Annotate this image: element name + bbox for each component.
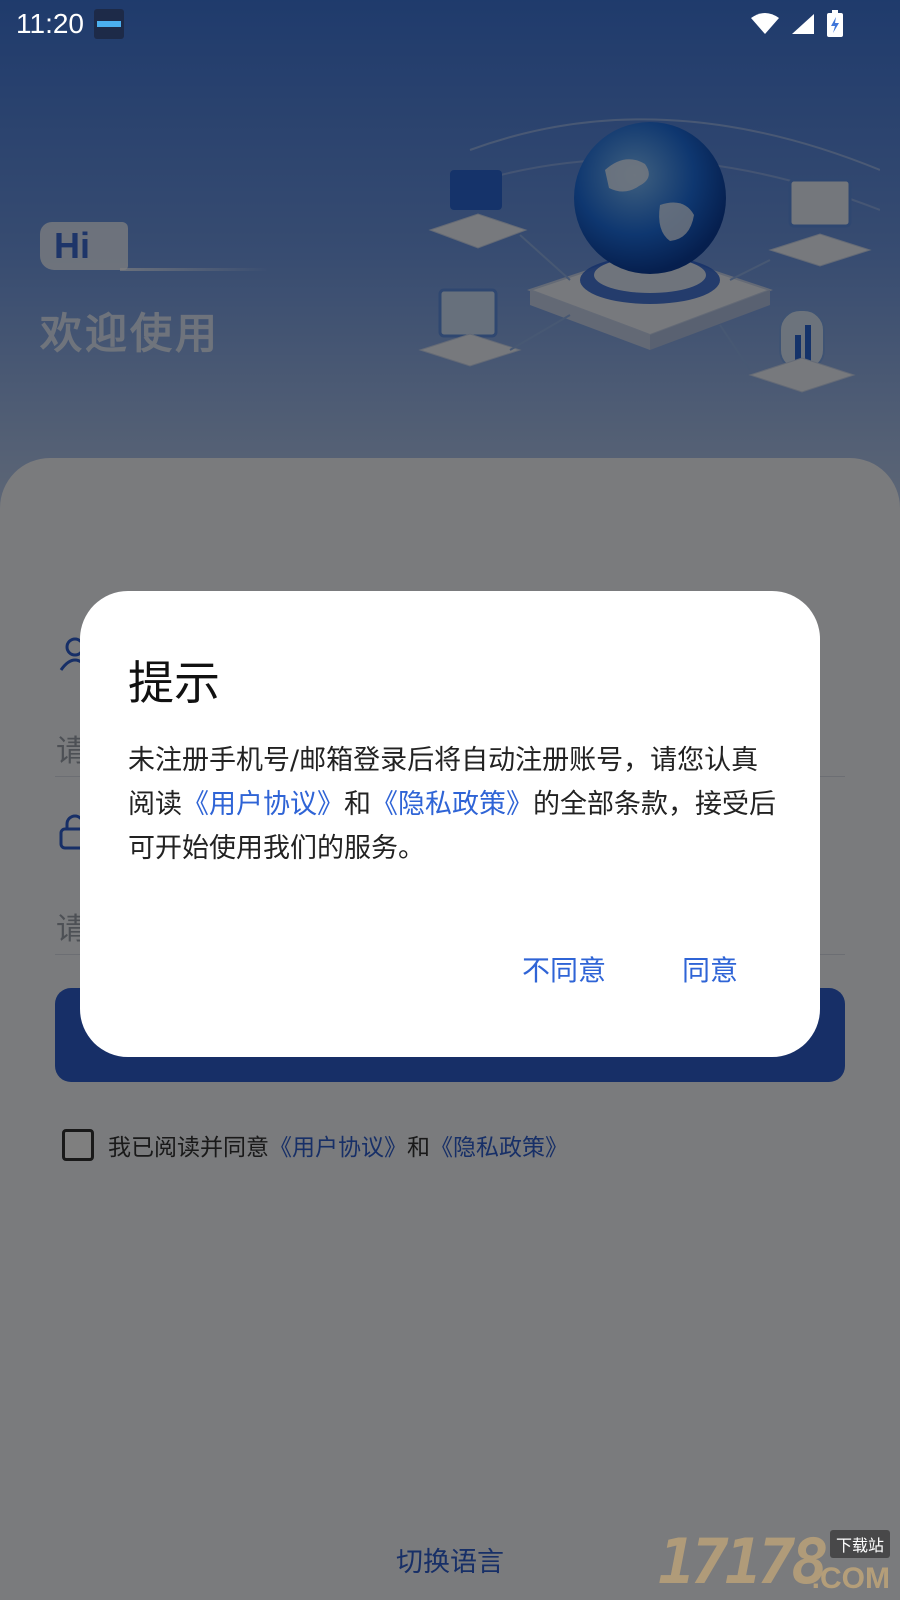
watermark-tag: 下载站	[829, 1530, 890, 1558]
battery-charging-icon	[827, 10, 843, 37]
wifi-icon	[751, 13, 779, 34]
status-icons	[750, 10, 844, 38]
dialog-message: 未注册手机号/邮箱登录后将自动注册账号，请您认真阅读《用户协议》和《隐私政策》的…	[128, 739, 776, 871]
status-bar: 11:20	[0, 0, 900, 48]
site-watermark: 17178 下载站 .COM	[658, 1525, 894, 1598]
privacy-prompt-dialog: 提示 未注册手机号/邮箱登录后将自动注册账号，请您认真阅读《用户协议》和《隐私政…	[80, 591, 820, 1057]
signal-icon	[792, 14, 814, 34]
dialog-and: 和	[344, 789, 371, 820]
dialog-privacy-policy-link[interactable]: 《隐私政策》	[371, 789, 533, 820]
disagree-button[interactable]: 不同意	[510, 941, 618, 997]
watermark-suffix: .COM	[811, 1562, 890, 1595]
notification-thumbnail-icon	[94, 9, 124, 39]
dialog-user-agreement-link[interactable]: 《用户协议》	[182, 789, 344, 820]
watermark-number: 17178	[658, 1525, 829, 1598]
dialog-title: 提示	[128, 656, 220, 710]
agree-button[interactable]: 同意	[670, 941, 750, 997]
status-time: 11:20	[16, 8, 84, 39]
